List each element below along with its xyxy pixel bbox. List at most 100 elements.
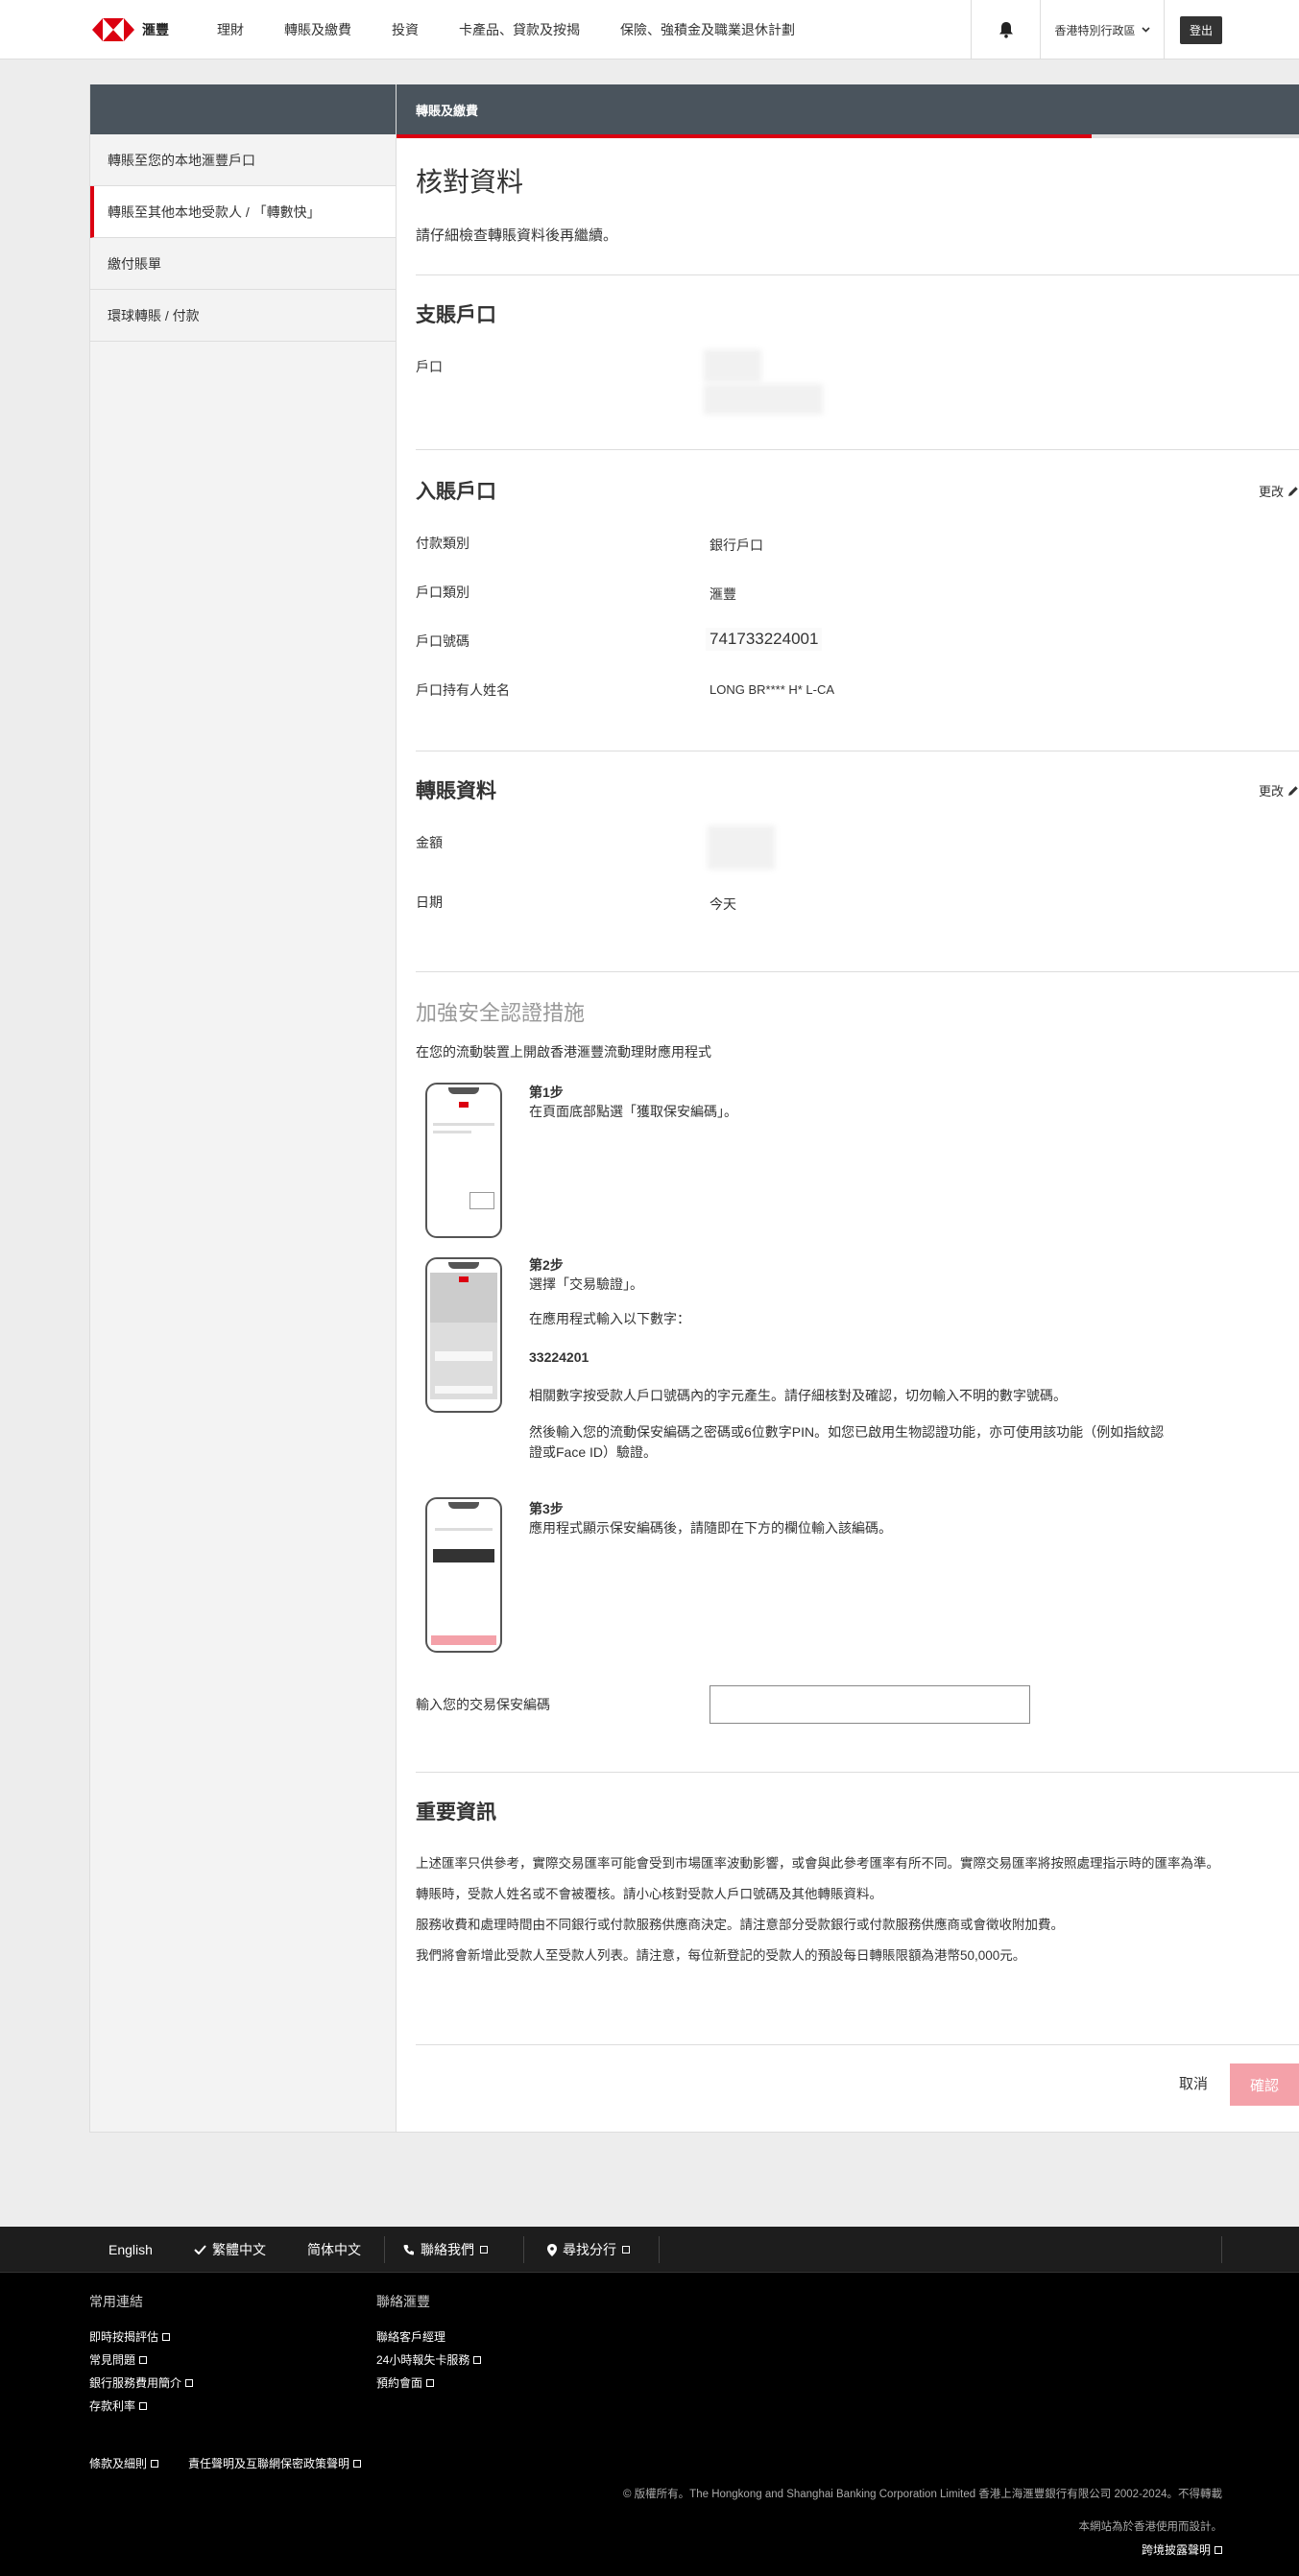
step2-text4: 然後輸入您的流動保安編碼之密碼或6位數字PIN。如您已啟用生物認證功能，亦可使用… (529, 1424, 1165, 1440)
external-link-icon (622, 2246, 630, 2254)
confirm-button[interactable]: 確認 (1230, 2063, 1299, 2106)
step1-phone-illustration (425, 1083, 502, 1238)
step3-title: 第3步 (529, 1501, 564, 1516)
step3-text: 應用程式顯示保安編碼後，請隨即在下方的欄位輸入該編碼。 (529, 1520, 892, 1536)
progress-bar (397, 134, 1092, 138)
nav-invest[interactable]: 投資 (392, 20, 419, 39)
edit-to-account-link[interactable]: 更改 (1259, 482, 1299, 500)
external-link-icon (480, 2246, 488, 2254)
nav-transfers[interactable]: 轉賬及繳費 (284, 20, 351, 39)
footer-link[interactable]: 常見問題 (89, 2351, 148, 2368)
to-account-title: 入賬戶口 (416, 481, 496, 503)
edit-transfer-link[interactable]: 更改 (1259, 781, 1299, 799)
footer-link[interactable]: 存款利率 (89, 2397, 148, 2414)
logout-button[interactable]: 登出 (1180, 15, 1223, 44)
pencil-icon (1288, 785, 1298, 796)
footer-link[interactable]: 預約會面 (376, 2374, 435, 2391)
sidebar-item-own-accounts[interactable]: 轉賬至您的本地滙豐戶口 (90, 134, 396, 186)
sidebar-item-global-transfer[interactable]: 環球轉賬 / 付款 (90, 290, 396, 342)
footer-link[interactable]: 24小時報失卡服務 (376, 2351, 482, 2368)
sheet-option (435, 1351, 493, 1361)
lang-english[interactable]: English (108, 2227, 153, 2273)
privacy-link[interactable]: 責任聲明及互聯網保密政策聲明 (188, 2455, 362, 2471)
page-subtitle: 請仔細檢查轉賬資料後再繼續。 (416, 227, 618, 244)
footer-col1-title: 常用連結 (89, 2294, 143, 2309)
edit-label: 更改 (1258, 485, 1284, 499)
external-link-icon (139, 2355, 148, 2364)
sidebar-item-other-payees[interactable]: 轉賬至其他本地受款人 / 「轉數快」 (90, 186, 396, 238)
external-link-icon (185, 2378, 194, 2387)
progress-track (1092, 134, 1299, 138)
section-heading: 轉賬及繳費 (416, 103, 479, 118)
nav-insurance[interactable]: 保險、強積金及職業退休計劃 (620, 20, 795, 39)
contact-us-link[interactable]: 聯絡我們 (403, 2227, 488, 2273)
footer-link[interactable]: 聯絡客戶經理 (376, 2328, 445, 2345)
phone-notch (448, 1502, 479, 1509)
divider (416, 971, 1299, 972)
security-code-input[interactable] (710, 1685, 1030, 1724)
holder-value: LONG BR**** H* L-CA (710, 682, 835, 697)
external-link-icon (473, 2355, 482, 2364)
external-link-icon (353, 2459, 362, 2468)
main-nav: 理財 轉賬及繳費 投資 卡產品、貸款及按揭 保險、強積金及職業退休計劃 (217, 0, 835, 60)
region-label: 香港特別行政區 (1054, 23, 1136, 37)
transfer-details: 金額 日期 今天 (416, 825, 1299, 919)
code-display (433, 1549, 494, 1562)
footer-link-label: 聯絡客戶經理 (376, 2330, 446, 2344)
important-line: 轉賬時，受款人姓名或不會被覆核。請小心核對受款人戶口號碼及其他轉賬資料。 (416, 1887, 882, 1901)
nav-wealth[interactable]: 理財 (217, 20, 244, 39)
terms-link[interactable]: 條款及細則 (89, 2455, 159, 2471)
app-logo-icon (459, 1102, 469, 1108)
brand-name: 滙豐 (142, 22, 169, 37)
lang-traditional[interactable]: 繁體中文 (194, 2227, 266, 2273)
account-type-label: 戶口類別 (416, 584, 469, 600)
important-list: 上述匯率只供參考，實際交易匯率可能會受到市場匯率波動影響，或會與此參考匯率有所不… (416, 1849, 1299, 1971)
separator (1221, 2236, 1222, 2263)
transfer-header: 轉賬資料 更改 (416, 775, 1299, 804)
cancel-button[interactable]: 取消 (1179, 2073, 1208, 2093)
security-steps: 第1步 在頁面底部點選「獲取保安編碼」。 第2步 選擇「交易驗證」。 在應用程式… (416, 1083, 1299, 1774)
account-type-value: 滙豐 (710, 586, 736, 602)
footer: 常用連結 即時按揭評估 常見問題 銀行服務費用簡介 存款利率 聯絡滙豐 聯絡客戶… (0, 2273, 1299, 2576)
hsbc-hexagon-icon (92, 18, 134, 41)
step2-text2: 在應用程式輸入以下數字： (529, 1311, 690, 1326)
sidebar-header (90, 84, 396, 134)
separator (523, 2236, 524, 2263)
date-value: 今天 (710, 896, 736, 912)
phone-icon (403, 2245, 414, 2255)
security-code-row: 輸入您的交易保安編碼 (416, 1685, 1299, 1728)
divider (416, 1772, 1299, 1773)
cross-border-link[interactable]: 跨境披露聲明 (1142, 2541, 1222, 2558)
payment-type-value: 銀行戶口 (710, 537, 763, 553)
lang-traditional-label: 繁體中文 (212, 2242, 266, 2257)
region-selector[interactable]: 香港特別行政區 (1040, 0, 1165, 60)
footer-link[interactable]: 銀行服務費用簡介 (89, 2374, 194, 2391)
find-branch-link[interactable]: 尋找分行 (547, 2227, 630, 2273)
footer-language-bar: English 繁體中文 简体中文 聯絡我們 尋找分行 (0, 2227, 1299, 2273)
location-pin-icon (547, 2243, 557, 2256)
footer-link-label: 預約會面 (376, 2376, 423, 2390)
important-line: 上述匯率只供參考，實際交易匯率可能會受到市場匯率波動影響，或會與此參考匯率有所不… (416, 1856, 1219, 1871)
footer-link-label: 銀行服務費用簡介 (89, 2376, 182, 2390)
account-no-label: 戶口號碼 (416, 633, 469, 649)
placeholder-line (435, 1528, 493, 1531)
notifications-button[interactable] (971, 0, 1040, 60)
masked-account (704, 349, 761, 382)
step2-phone-illustration (425, 1257, 502, 1413)
important-line: 我們將會新增此受款人至受款人列表。請注意，每位新登記的受款人的預設每日轉賬限額為… (416, 1948, 1026, 1963)
footer-link[interactable]: 即時按揭評估 (89, 2328, 171, 2345)
lang-simplified[interactable]: 简体中文 (307, 2227, 361, 2273)
terms-label: 條款及細則 (89, 2457, 148, 2470)
hsbc-logo[interactable]: 滙豐 (92, 18, 169, 41)
sidebar-item-bill-payment[interactable]: 繳付賬單 (90, 238, 396, 290)
date-label: 日期 (416, 894, 443, 910)
chevron-down-icon (1141, 27, 1150, 33)
privacy-label: 責任聲明及互聯網保密政策聲明 (188, 2457, 350, 2470)
to-account-details: 付款類別 銀行戶口 戶口類別 滙豐 戶口號碼 741733224001 戶口持有… (416, 534, 1299, 726)
top-nav: 滙豐 理財 轉賬及繳費 投資 卡產品、貸款及按揭 保險、強積金及職業退休計劃 香… (0, 0, 1299, 60)
amount-label: 金額 (416, 835, 443, 850)
nav-cards-loans[interactable]: 卡產品、貸款及按揭 (459, 20, 580, 39)
phone-notch (448, 1087, 479, 1094)
page-title: 核對資料 (416, 167, 524, 197)
payment-type-label: 付款類別 (416, 536, 469, 551)
